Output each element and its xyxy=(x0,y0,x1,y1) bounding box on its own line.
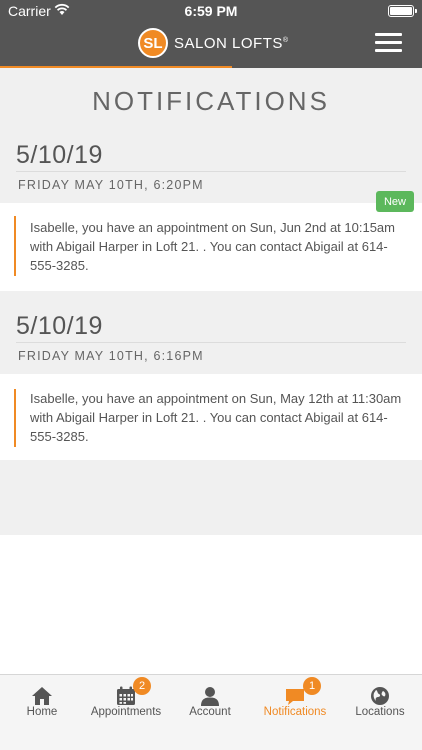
notification-date: 5/10/19 xyxy=(16,141,103,169)
notifications-count-badge: 1 xyxy=(303,677,321,695)
notification-date: 5/10/19 xyxy=(16,312,103,340)
card-accent-bar xyxy=(14,389,16,447)
load-progress-fill xyxy=(0,66,233,68)
brand-name-text: SALON LOFTS xyxy=(174,34,283,52)
appointments-count-badge: 2 xyxy=(133,677,151,695)
load-progress-bar xyxy=(0,66,422,68)
notification-card[interactable]: Isabelle, you have an appointment on Sun… xyxy=(0,374,422,460)
tab-label: Notifications xyxy=(263,706,327,718)
battery-icon xyxy=(388,5,417,17)
clock: 6:59 PM xyxy=(184,3,238,19)
notification-card[interactable]: Isabelle, you have an appointment on Sun… xyxy=(0,203,422,291)
notification-datetime: FRIDAY MAY 10TH, 6:20PM xyxy=(18,178,204,192)
tab-notifications[interactable]: 1 Notifications xyxy=(253,675,337,750)
tab-label: Account xyxy=(189,706,231,718)
empty-area xyxy=(0,535,422,674)
tab-home[interactable]: Home xyxy=(0,675,84,750)
tab-appointments[interactable]: 2 Appointments xyxy=(84,675,168,750)
page-title: NOTIFICATIONS xyxy=(92,86,330,116)
person-icon xyxy=(201,687,219,706)
tab-label: Locations xyxy=(355,706,405,718)
notification-message: Isabelle, you have an appointment on Sun… xyxy=(30,220,395,273)
tab-locations[interactable]: Locations xyxy=(338,675,422,750)
hamburger-menu-icon[interactable] xyxy=(375,33,402,53)
globe-icon xyxy=(371,687,389,705)
logo-badge: SL xyxy=(138,28,168,58)
tab-account[interactable]: Account xyxy=(168,675,252,750)
tab-bar: Home 2 Appointments Account 1 Notificati… xyxy=(0,674,422,750)
date-divider xyxy=(16,342,406,343)
home-icon xyxy=(32,687,52,705)
status-bar: Carrier 6:59 PM xyxy=(0,0,422,22)
new-badge: New xyxy=(376,191,414,212)
card-accent-bar xyxy=(14,216,16,276)
tab-label: Appointments xyxy=(90,706,162,718)
registered-mark: ® xyxy=(282,36,289,44)
notification-datetime: FRIDAY MAY 10TH, 6:16PM xyxy=(18,349,204,363)
brand-name: SALON LOFTS® xyxy=(174,35,289,52)
tab-label: Home xyxy=(26,706,58,718)
app-header: Carrier 6:59 PM SL SALON LOFTS® xyxy=(0,0,422,68)
notification-message: Isabelle, you have an appointment on Sun… xyxy=(30,391,402,444)
brand-logo[interactable]: SL SALON LOFTS® xyxy=(138,28,289,58)
date-divider xyxy=(16,171,406,172)
